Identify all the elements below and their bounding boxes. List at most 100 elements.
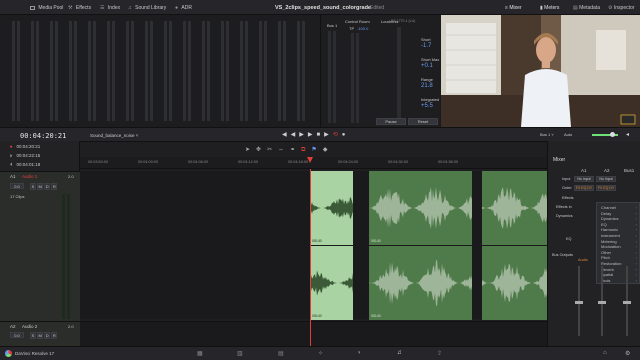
timeline-name[interactable]: Sound_balance_noise ˅ [90, 133, 138, 138]
track-a2-lane[interactable] [80, 321, 547, 346]
settings-icon[interactable]: ⚙ [625, 350, 630, 357]
slip-tool-icon[interactable]: ⇔ [278, 147, 290, 153]
media-pool-label: Media Pool [38, 5, 64, 11]
reset-button[interactable]: Reset [408, 118, 438, 125]
bus-select[interactable]: Bus 1 ˅ [540, 132, 554, 137]
marker-icon[interactable]: ◆ [323, 147, 334, 153]
audio-clip[interactable]: 05140 [369, 246, 472, 320]
solo-button[interactable]: S [30, 332, 36, 339]
track-a2-volume[interactable]: 0.0 [10, 332, 24, 338]
track-a1-lane[interactable]: 05140 05140 05140 05140 [80, 171, 547, 320]
track-meter-column [202, 21, 205, 121]
master-volume-knob[interactable] [610, 132, 615, 137]
audio-clip[interactable]: 05140 [310, 246, 353, 320]
mixer-panel: Mixer A1 A2 Bus1 Input No Input No Input… [547, 141, 640, 346]
edit-page-tab[interactable]: ▤ [278, 350, 284, 357]
index-button[interactable]: ☰ Index [100, 5, 120, 11]
home-icon[interactable]: ⌂ [603, 350, 607, 356]
pause-button[interactable]: Pause [376, 118, 406, 125]
media-pool-button[interactable]: Media Pool [30, 5, 63, 11]
track-meter-column [302, 21, 305, 121]
timecode-row-3: ⏴ 00:04:01:18 [10, 162, 40, 167]
track-a1-clips-count: 17 Clips [10, 194, 25, 199]
edited-status: Edited [370, 5, 385, 11]
track-a2-name: Audio 2 [22, 324, 38, 329]
snap-icon[interactable]: ⧉ [301, 147, 311, 153]
effects-menu-item[interactable]: Tools › [597, 278, 639, 284]
cut-page-tab[interactable]: ▥ [237, 350, 243, 357]
video-viewer[interactable] [441, 15, 640, 127]
fast-forward-icon[interactable]: ▶▶ [299, 132, 316, 138]
short-label: Short [421, 37, 431, 42]
mixer-col-a2: A2 [604, 168, 610, 173]
play-icon[interactable]: ▶ [324, 132, 333, 138]
meters-panel-button[interactable]: ▮ Meters [540, 5, 559, 11]
loop-icon[interactable]: ⟲ [333, 132, 342, 138]
waveform [369, 259, 472, 307]
audio-clip[interactable] [482, 171, 547, 245]
flag-icon[interactable]: ⚑ [311, 147, 322, 153]
app-name: DaVinci Resolve 17 [15, 351, 55, 356]
timeline-tracks-area[interactable]: 05140 05140 05140 05140 [80, 169, 547, 346]
waveform [482, 187, 547, 229]
d-button[interactable]: D [44, 183, 51, 190]
range-tool-icon[interactable]: ✥ [256, 147, 267, 153]
media-page-tab[interactable]: ▦ [197, 350, 203, 357]
order-a1-select[interactable]: FX EQ DY [574, 185, 594, 191]
link-icon[interactable]: ⚭ [290, 147, 301, 153]
record-icon[interactable]: ● [342, 132, 350, 138]
control-room-meter-right [356, 33, 359, 123]
audio-clip[interactable] [482, 246, 547, 320]
fader-a1-knob[interactable] [575, 301, 583, 304]
ruler-timecode: 00:04:12:00 [238, 160, 259, 164]
deliver-page-tab[interactable]: ⇪ [437, 350, 442, 357]
control-room-meter-left [351, 33, 354, 123]
fader-bus1-knob[interactable] [623, 301, 631, 304]
fairlight-page-tab[interactable]: ♫ [397, 350, 402, 356]
audio-clip[interactable]: 05140 [310, 171, 353, 245]
fader-a2-knob[interactable] [598, 301, 606, 304]
track-meters-area [0, 15, 320, 127]
razor-tool-icon[interactable]: ✂ [267, 147, 278, 153]
mute-button[interactable]: M [37, 183, 44, 190]
track-meter-column [188, 21, 191, 121]
rewind-icon[interactable]: ◀◀ [282, 132, 299, 138]
track-a1-header[interactable]: A1 Audio 1 2.0 0.0 S M D R 17 Clips [0, 171, 80, 321]
main-timecode[interactable]: 00:04:20:21 [20, 132, 66, 140]
fairlight-page-icon: ♫ [397, 350, 402, 356]
solo-button[interactable]: S [30, 183, 36, 190]
audio-clip[interactable]: 05140 [369, 171, 472, 245]
stop-icon[interactable]: ■ [316, 132, 324, 138]
order-a2-select[interactable]: FX EQ DY [596, 185, 616, 191]
speaker-icon[interactable]: ◂ [626, 131, 629, 138]
track-a1-meter-right [67, 194, 70, 319]
automation-select[interactable]: Auto [564, 132, 572, 137]
mixer-panel-button[interactable]: ≡ Mixer [505, 5, 522, 11]
track-meter-column [259, 21, 262, 121]
input-a2-select[interactable]: No Input [596, 176, 616, 182]
playhead[interactable] [310, 169, 311, 346]
track-meter-column [297, 21, 300, 121]
meters-panel-label: Meters [544, 5, 560, 11]
waveform [310, 270, 353, 296]
timeline-ruler[interactable]: 00:03:54:00 00:04:00:00 00:04:06:00 00:04:1… [80, 157, 547, 169]
metadata-panel-button[interactable]: ▤ Metadata [573, 5, 600, 11]
bus-select-label: Bus 1 [540, 132, 551, 137]
mute-button[interactable]: M [37, 332, 44, 339]
sound-library-button[interactable]: ♫ Sound Library [128, 5, 166, 11]
track-meter-column [240, 21, 243, 121]
adr-button[interactable]: ● ADR [175, 5, 192, 11]
r-button[interactable]: R [51, 183, 58, 190]
d-button[interactable]: D [44, 332, 51, 339]
effects-button[interactable]: ⚒ Effects [68, 5, 91, 11]
input-a1-select[interactable]: No Input [574, 176, 594, 182]
track-a1-volume[interactable]: 0.0 [10, 183, 24, 189]
r-button[interactable]: R [51, 332, 58, 339]
ruler-timecode: 00:04:00:00 [138, 160, 159, 164]
inspector-panel-button[interactable]: ⚙ Inspector [608, 5, 634, 11]
pointer-tool-icon[interactable]: ➤ [245, 147, 256, 153]
media-pool-icon [30, 5, 35, 10]
color-page-tab[interactable]: ◑ [357, 350, 361, 356]
fusion-page-tab[interactable]: ✧ [318, 350, 323, 357]
track-a2-header[interactable]: A2 Audio 2 2.0 0.0 S M D R [0, 321, 80, 346]
